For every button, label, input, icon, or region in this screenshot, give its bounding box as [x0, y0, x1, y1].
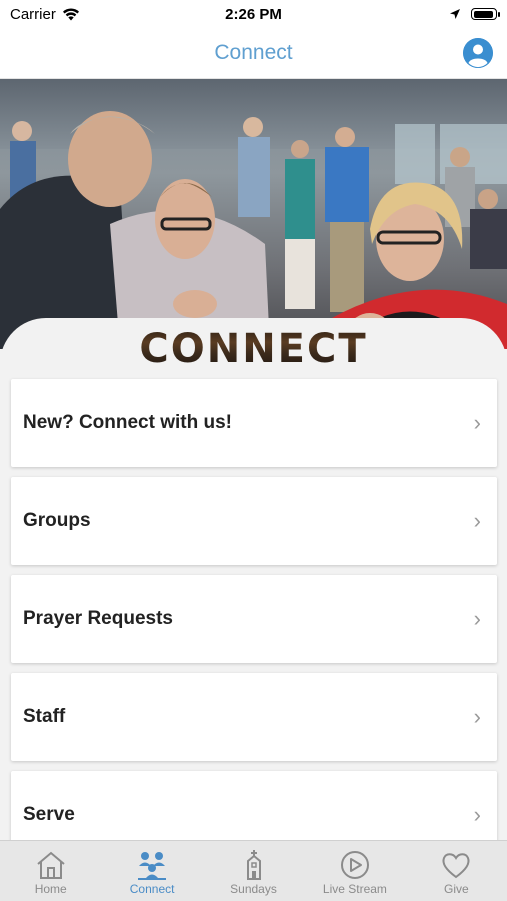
tab-label: Give	[443, 882, 469, 896]
chevron-right-icon: ›	[473, 508, 481, 533]
church-icon	[246, 850, 261, 880]
status-bar: Carrier 2:26 PM	[0, 0, 507, 28]
menu-item-new-connect[interactable]: New? Connect with us! ›	[11, 379, 497, 467]
home-icon	[37, 851, 65, 879]
status-right	[449, 8, 507, 20]
people-icon	[138, 852, 167, 880]
tab-connect[interactable]: Connect	[101, 841, 202, 901]
page-title: Connect	[214, 41, 293, 64]
menu-item-groups[interactable]: Groups ›	[11, 477, 497, 565]
menu-item-label: Serve	[23, 804, 75, 825]
chevron-right-icon: ›	[473, 704, 481, 729]
menu-item-label: Staff	[23, 706, 66, 727]
tab-home[interactable]: Home	[0, 841, 101, 901]
tab-sundays[interactable]: Sundays	[203, 841, 304, 901]
tab-live-stream[interactable]: Live Stream	[304, 841, 405, 901]
menu-item-staff[interactable]: Staff ›	[11, 673, 497, 761]
carrier-label: Carrier	[10, 5, 56, 23]
menu-item-label: Prayer Requests	[23, 608, 173, 629]
hero-people	[0, 111, 507, 349]
tab-label: Sundays	[230, 882, 277, 896]
play-icon	[340, 851, 369, 879]
profile-button[interactable]	[463, 38, 493, 68]
heart-icon	[442, 853, 470, 879]
tab-label: Home	[34, 882, 67, 896]
connect-logo: CONNECT	[0, 326, 507, 372]
battery-level	[473, 10, 493, 18]
chevron-right-icon: ›	[473, 802, 481, 827]
location-arrow-icon	[450, 9, 460, 19]
content-sheet: CONNECT New? Connect with us! › Groups ›…	[0, 318, 507, 840]
menu-item-serve[interactable]: Serve ›	[11, 771, 497, 840]
battery-icon	[471, 8, 500, 20]
navigation-bar: Connect	[0, 28, 507, 79]
tab-label: Connect	[129, 882, 175, 896]
menu-list: New? Connect with us! › Groups › Prayer …	[11, 379, 497, 840]
status-left: Carrier	[0, 6, 80, 23]
hero-image	[0, 79, 507, 349]
menu-item-label: Groups	[23, 510, 91, 531]
chevron-right-icon: ›	[473, 410, 481, 435]
tab-bar: Home Connect Sundays Live Stream Give	[0, 840, 507, 901]
tab-give[interactable]: Give	[406, 841, 507, 901]
chevron-right-icon: ›	[473, 606, 481, 631]
user-profile-icon	[463, 38, 493, 68]
tab-label: Live Stream	[322, 882, 387, 896]
menu-item-label: New? Connect with us!	[23, 412, 232, 433]
wifi-icon	[62, 7, 79, 20]
menu-item-prayer-requests[interactable]: Prayer Requests ›	[11, 575, 497, 663]
